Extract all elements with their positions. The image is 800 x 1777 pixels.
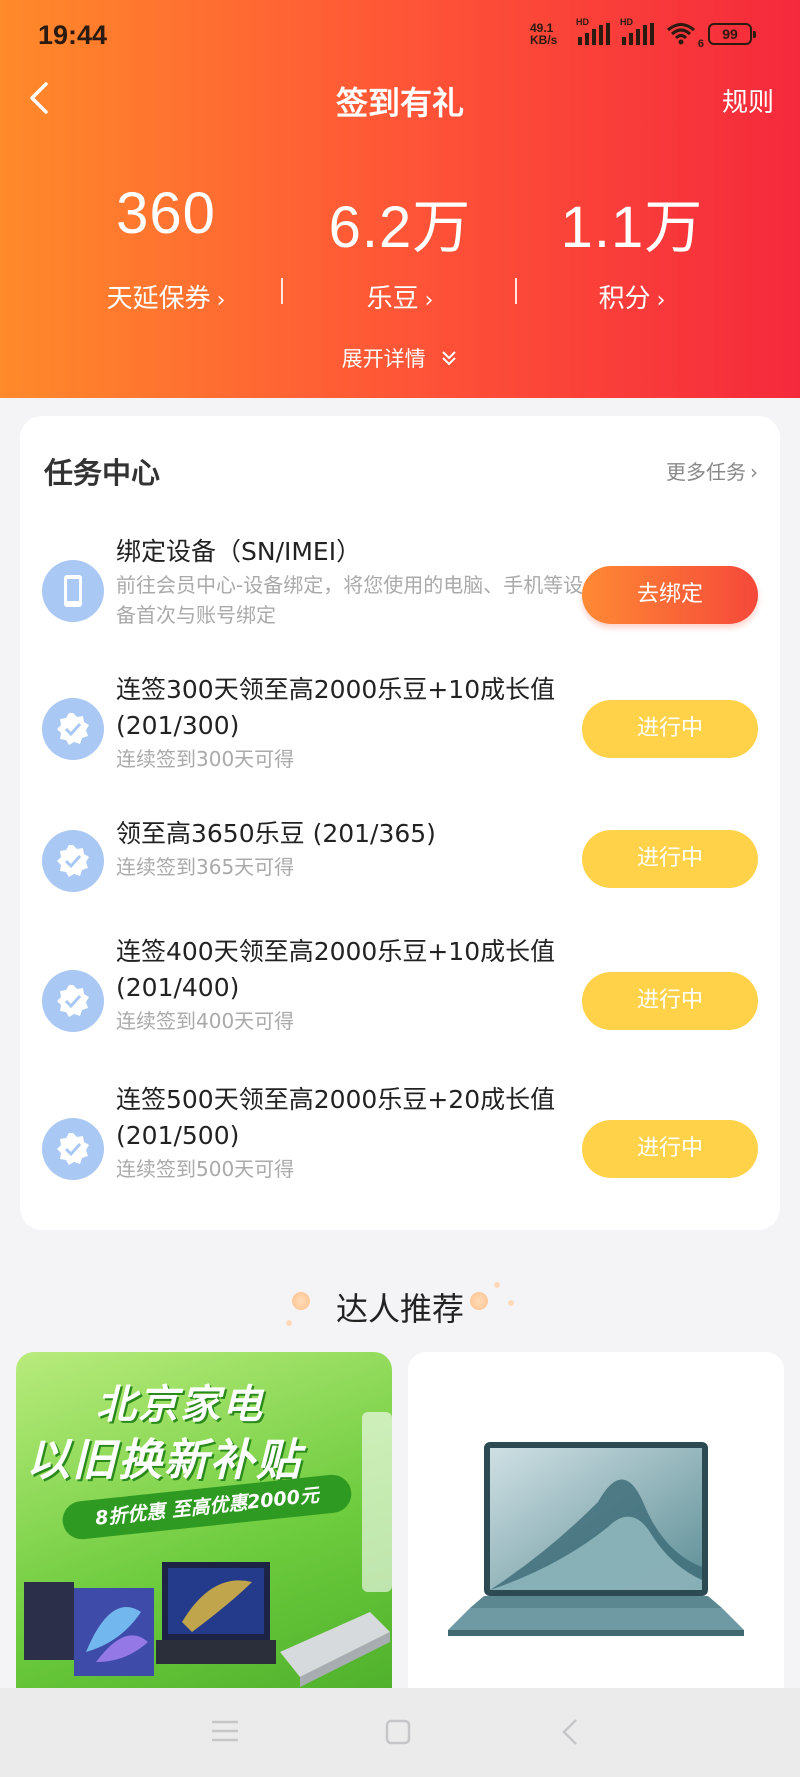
in-progress-button[interactable]: 进行中 (582, 700, 758, 758)
task-title: 绑定设备（SN/IMEI） (116, 537, 362, 566)
status-bar: 19:44 49.1 KB/s HD HD 6 99 (0, 0, 800, 70)
chevron-right-icon: › (216, 288, 226, 313)
more-tasks-link[interactable]: 更多任务 › (666, 456, 758, 485)
task-item: 连签400天领至高2000乐豆+10成长值 (201/400) 连续签到400天… (20, 934, 780, 1044)
header-banner: 19:44 49.1 KB/s HD HD 6 99 签到有礼 规则 360 6… (0, 0, 800, 398)
battery-icon: 99 (708, 23, 756, 45)
in-progress-button[interactable]: 进行中 (582, 830, 758, 888)
product-card-laptop[interactable] (408, 1352, 784, 1692)
task-item: 连签300天领至高2000乐豆+10成长值 (201/300) 连续签到300天… (20, 672, 780, 782)
task-item: 绑定设备（SN/IMEI） 前往会员中心-设备绑定，将您使用的电脑、手机等设备首… (20, 532, 780, 652)
laptop-image (448, 1442, 744, 1636)
task-item: 领至高3650乐豆 (201/365) 连续签到365天可得 进行中 (20, 819, 780, 902)
stat-divider (515, 278, 517, 304)
rules-link[interactable]: 规则 (722, 82, 774, 119)
page-title: 签到有礼 (335, 84, 464, 122)
recommend-title: 达人推荐 (335, 1290, 464, 1328)
chevron-right-icon: › (750, 460, 758, 484)
badge-check-icon (42, 970, 104, 1032)
double-chevron-down-icon (440, 349, 458, 371)
promo-card-appliance-subsidy[interactable]: 北京家电 以旧换新补贴 8折优惠 至高优惠2000元 (16, 1352, 392, 1692)
stat-label-coupon[interactable]: 天延保券 › (46, 278, 286, 315)
wifi-icon: 6 (666, 22, 704, 50)
task-desc: 连续签到365天可得 (116, 855, 295, 879)
network-speed: 49.1 KB/s (530, 21, 558, 47)
expand-details[interactable]: 展开详情 (0, 343, 800, 373)
signal-icon: HD (576, 17, 610, 45)
in-progress-button[interactable]: 进行中 (582, 1120, 758, 1178)
bind-device-button[interactable]: 去绑定 (582, 566, 758, 624)
status-time: 19:44 (38, 20, 108, 50)
home-icon[interactable] (384, 1718, 412, 1750)
task-center-card: 任务中心 更多任务 › 绑定设备（SN/IMEI） 前往会员中心-设备绑定，将您使… (20, 416, 780, 1230)
laptops-image (24, 1412, 392, 1687)
badge-check-icon (42, 1118, 104, 1180)
stat-value: 6.2万 (328, 195, 472, 260)
menu-icon[interactable] (210, 1718, 240, 1748)
task-desc: 连续签到500天可得 (116, 1157, 295, 1181)
chevron-right-icon: › (424, 288, 434, 313)
stat-points[interactable]: 1.1万 (512, 180, 752, 264)
stat-coupon[interactable]: 360 (46, 180, 286, 247)
task-center-title: 任务中心 (44, 456, 161, 490)
task-desc: 连续签到300天可得 (116, 747, 295, 771)
stat-value: 1.1万 (560, 195, 704, 260)
task-desc: 前往会员中心-设备绑定，将您使用的电脑、手机等设备首次与账号绑定 (116, 573, 584, 627)
back-nav-icon[interactable] (560, 1718, 580, 1750)
task-title: 领至高3650乐豆 (201/365) (116, 819, 436, 848)
chevron-right-icon: › (656, 288, 666, 313)
task-title: 连签400天领至高2000乐豆+10成长值 (201/400) (116, 937, 556, 1002)
stat-ledou[interactable]: 6.2万 (280, 180, 520, 264)
system-nav-bar (0, 1688, 800, 1777)
stat-label-ledou[interactable]: 乐豆 › (280, 278, 520, 315)
task-item: 连签500天领至高2000乐豆+20成长值 (201/500) 连续签到500天… (20, 1082, 780, 1192)
phone-icon (42, 560, 104, 622)
stat-divider (281, 278, 283, 304)
badge-check-icon (42, 830, 104, 892)
badge-check-icon (42, 698, 104, 760)
task-title: 连签300天领至高2000乐豆+10成长值 (201/300) (116, 675, 556, 740)
task-desc: 连续签到400天可得 (116, 1009, 295, 1033)
status-icons: 49.1 KB/s HD HD 6 99 (530, 17, 756, 50)
signal-icon: HD (620, 17, 654, 45)
task-title: 连签500天领至高2000乐豆+20成长值 (201/500) (116, 1085, 556, 1150)
in-progress-button[interactable]: 进行中 (582, 972, 758, 1030)
stat-label-points[interactable]: 积分 › (512, 278, 752, 315)
stat-value: 360 (116, 181, 216, 246)
